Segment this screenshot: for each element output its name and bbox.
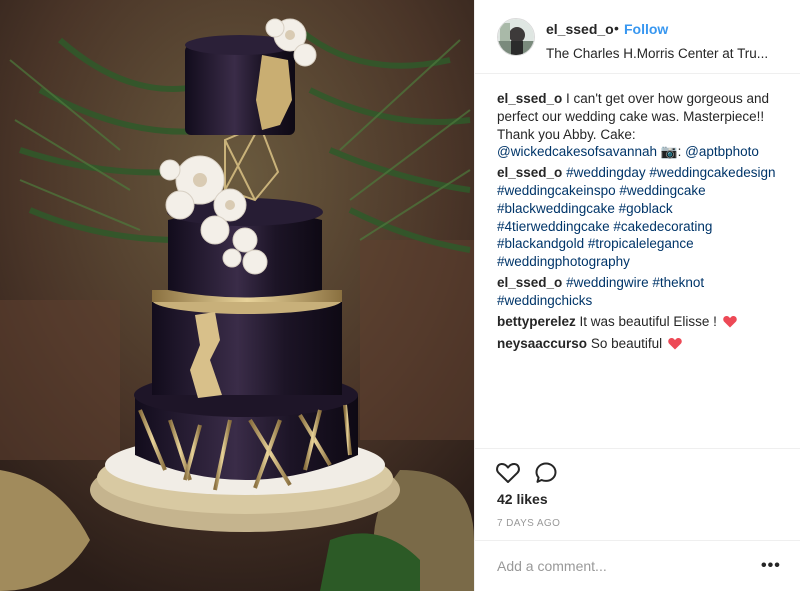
comment-betty: bettyperelez It was beautiful Elisse ! xyxy=(497,313,787,333)
camera-text: 📷: xyxy=(657,144,686,160)
location-link[interactable]: The Charles H.Morris Center at Tru... xyxy=(546,46,786,61)
mention-link[interactable]: @wickedcakesofsavannah xyxy=(497,144,657,159)
comment-bubble-icon[interactable] xyxy=(533,460,559,486)
post-photo[interactable] xyxy=(0,0,474,591)
comment-text: So beautiful xyxy=(587,336,666,352)
post-username[interactable]: el_ssed_o xyxy=(546,21,614,37)
add-comment-bar: ••• xyxy=(475,540,800,591)
comment-username[interactable]: bettyperelez xyxy=(497,314,576,329)
likes-count[interactable]: 42 likes xyxy=(497,491,548,507)
comment-username[interactable]: el_ssed_o xyxy=(497,91,562,106)
comments-list: el_ssed_o I can't get over how gorgeous … xyxy=(497,90,787,358)
follow-button[interactable]: Follow xyxy=(624,21,668,37)
post-details-panel: el_ssed_o • Follow The Charles H.Morris … xyxy=(474,0,800,591)
avatar[interactable] xyxy=(497,18,535,56)
comment-username[interactable]: el_ssed_o xyxy=(497,275,562,290)
post-actions: 42 likes 7 DAYS AGO xyxy=(475,448,800,540)
comment-text: It was beautiful Elisse ! xyxy=(575,313,721,329)
separator-dot: • xyxy=(614,20,619,36)
instagram-post: el_ssed_o • Follow The Charles H.Morris … xyxy=(0,0,800,591)
red-heart-icon xyxy=(668,337,682,355)
avatar-image xyxy=(498,19,534,55)
comment-hashtags-1: el_ssed_o #weddingday #weddingcakedesign… xyxy=(497,164,787,271)
comment-username[interactable]: neysaaccurso xyxy=(497,336,587,351)
more-options-icon[interactable]: ••• xyxy=(761,557,781,575)
comment-username[interactable]: el_ssed_o xyxy=(497,165,562,180)
post-header: el_ssed_o • Follow The Charles H.Morris … xyxy=(475,0,800,74)
heart-outline-icon[interactable] xyxy=(495,460,521,486)
add-comment-input[interactable] xyxy=(495,555,749,577)
red-heart-icon xyxy=(722,315,737,333)
comment-neysa: neysaaccurso So beautiful xyxy=(497,335,787,355)
mention-link-photographer[interactable]: @aptbphoto xyxy=(685,144,759,159)
comment-hashtags-2: el_ssed_o #weddingwire #theknot #wedding… xyxy=(497,274,787,310)
hashtag-links[interactable]: #weddingday #weddingcakedesign #weddingc… xyxy=(497,165,775,269)
wedding-cake-photo xyxy=(0,0,474,591)
comment-caption: el_ssed_o I can't get over how gorgeous … xyxy=(497,90,787,161)
post-timestamp[interactable]: 7 DAYS AGO xyxy=(497,518,560,529)
